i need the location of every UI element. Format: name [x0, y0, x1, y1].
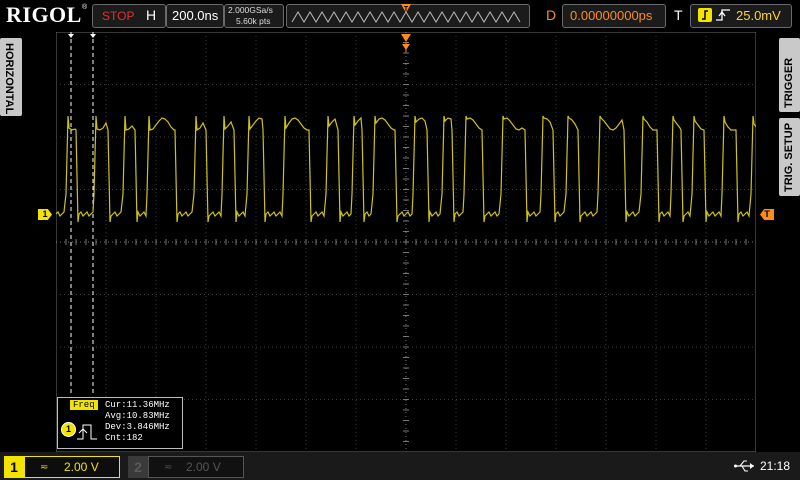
- measurement-deviation: Dev:3.846MHz: [105, 422, 170, 432]
- delay-label: D: [546, 7, 557, 23]
- frequency-icon: [77, 424, 97, 440]
- trig-setup-tab[interactable]: TRIG. SETUP: [779, 118, 800, 196]
- measurement-current: Cur:11.36MHz: [105, 400, 170, 410]
- measurement-title: Freq: [70, 400, 98, 410]
- rising-edge-icon: [716, 9, 730, 21]
- trigger-tab[interactable]: TRIGGER: [779, 38, 800, 112]
- sample-rate: 2.000GSa/s: [228, 5, 273, 15]
- registered-mark: ®: [82, 4, 88, 11]
- waveform-display[interactable]: [56, 32, 756, 452]
- measurement-panel[interactable]: Freq 1 Cur:11.36MHz Avg:10.83MHz Dev:3.8…: [57, 397, 183, 449]
- trigger-label: T: [674, 7, 683, 23]
- measurement-average: Avg:10.83MHz: [105, 411, 170, 421]
- trigger-delay-value: 0.00000000ps: [570, 8, 653, 23]
- channel-bar: [0, 452, 800, 480]
- brand-logo: RIGOL: [6, 2, 82, 27]
- timebase-value: 200.0ns: [172, 8, 219, 23]
- trig-setup-tab-label: TRIG. SETUP: [783, 122, 795, 192]
- ch2-coupling-icon: ≂: [164, 462, 173, 473]
- run-state-text: STOP: [102, 9, 135, 23]
- system-clock: 21:18: [760, 459, 791, 473]
- horizontal-tab[interactable]: HORIZONTAL: [0, 38, 22, 116]
- ch1-offset-marker[interactable]: 1: [38, 209, 52, 220]
- usb-icon: [734, 460, 754, 472]
- memory-trigger-marker-icon: T: [401, 4, 411, 13]
- horizontal-label: H: [146, 7, 157, 23]
- trigger-level-marker[interactable]: T: [760, 209, 774, 220]
- ch1-button[interactable]: 1: [4, 456, 24, 478]
- measurement-count: Cnt:182: [105, 433, 143, 443]
- svg-text:T: T: [404, 6, 409, 13]
- measurement-channel-badge: 1: [61, 422, 76, 437]
- ch1-source-icon: [698, 8, 712, 22]
- ch2-button[interactable]: 2: [128, 456, 148, 478]
- ch1-scale: 2.00 V: [64, 460, 99, 474]
- ch1-coupling-icon: ≂: [40, 462, 49, 473]
- memory-depth: 5.60k pts: [236, 16, 271, 26]
- trigger-level-value: 25.0mV: [736, 8, 781, 23]
- ch2-scale: 2.00 V: [186, 460, 221, 474]
- trigger-tab-label: TRIGGER: [783, 57, 795, 108]
- horizontal-tab-label: HORIZONTAL: [3, 43, 15, 115]
